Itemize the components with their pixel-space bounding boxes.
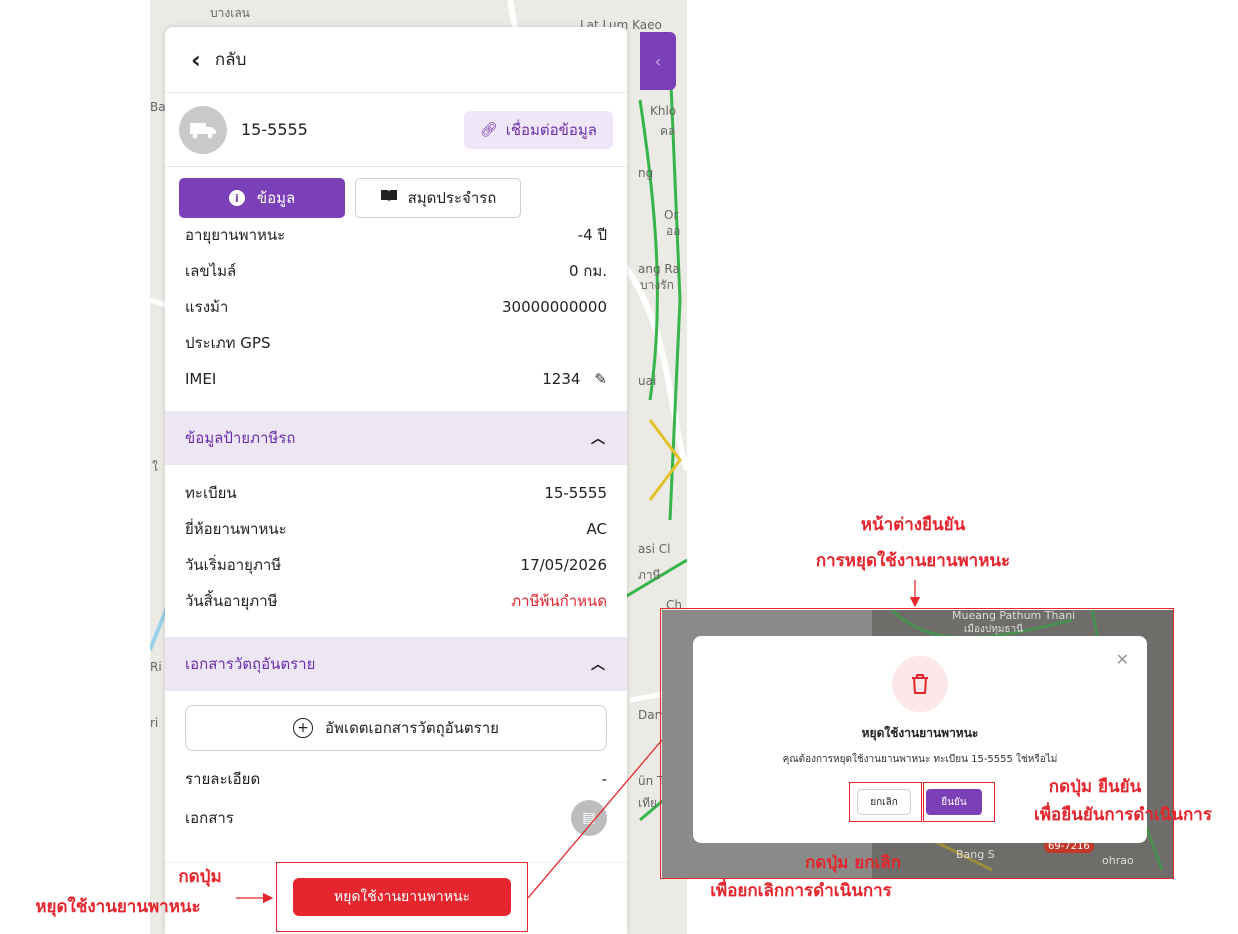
- cancel-button-highlight: [849, 782, 922, 822]
- confirm-button-highlight: [923, 782, 995, 822]
- annotation-confirm-1: กดปุ่ม ยืนยัน: [1048, 777, 1142, 797]
- annotation-confirm-2: เพื่อยืนยันการดำเนินการ: [1034, 805, 1212, 825]
- annotation-dialog-title-1: หน้าต่างยืนยัน: [860, 515, 966, 535]
- modal-title: หยุดใช้งานยานพาหนะ: [861, 726, 979, 740]
- annotation-dialog-title-2: การหยุดใช้งานยานพาหนะ: [815, 551, 1011, 571]
- annotation-cancel-1: กดปุ่ม ยกเลิก: [804, 853, 902, 873]
- modal-message: คุณต้องการหยุดใช้งานยานพาหนะ ทะเบียน 15-…: [782, 754, 1058, 765]
- trash-icon: [892, 656, 948, 712]
- annotation-cancel-2: เพื่อยกเลิกการดำเนินการ: [710, 881, 892, 901]
- close-icon[interactable]: ✕: [1116, 650, 1129, 669]
